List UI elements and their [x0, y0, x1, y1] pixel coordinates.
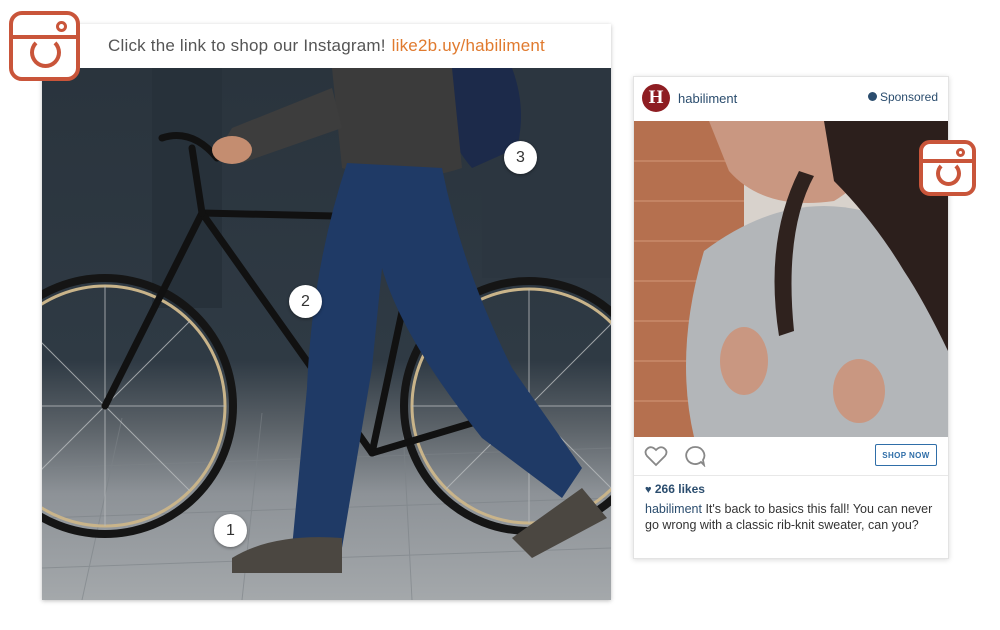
- caption-username[interactable]: habiliment: [645, 502, 702, 516]
- post-actions: SHOP NOW: [634, 437, 948, 476]
- shop-banner: Click the link to shop our Instagram! li…: [42, 24, 611, 68]
- sponsored-label: Sponsored: [867, 90, 938, 104]
- shop-banner-text: Click the link to shop our Instagram!: [108, 36, 386, 55]
- hotspot-2[interactable]: 2: [289, 285, 322, 318]
- post-username[interactable]: habiliment: [678, 91, 737, 106]
- instagram-post: H habiliment Sponsored SHOP NOW ♥ 266 li…: [633, 76, 949, 559]
- likes-heart-icon: ♥: [645, 484, 652, 496]
- comment-icon[interactable]: [683, 445, 707, 467]
- likes-count[interactable]: ♥ 266 likes: [645, 482, 705, 496]
- sweater-illustration: [634, 121, 948, 437]
- post-header: H habiliment Sponsored: [634, 77, 948, 121]
- likes-text: 266 likes: [654, 482, 705, 496]
- shop-link[interactable]: like2b.uy/habiliment: [392, 36, 545, 56]
- instagram-logo-icon: [9, 11, 80, 81]
- post-photo: [634, 121, 948, 437]
- hotspot-3[interactable]: 3: [504, 141, 537, 174]
- heart-icon[interactable]: [644, 445, 668, 467]
- shoppable-card: Click the link to shop our Instagram! li…: [42, 24, 611, 600]
- hotspot-1[interactable]: 1: [214, 514, 247, 547]
- shop-now-button[interactable]: SHOP NOW: [875, 444, 937, 466]
- sponsored-text: Sponsored: [879, 90, 938, 104]
- instagram-logo-icon: [919, 140, 976, 196]
- sponsored-icon: [867, 92, 877, 101]
- avatar[interactable]: H: [642, 84, 670, 112]
- post-caption: habiliment It's back to basics this fall…: [645, 501, 935, 533]
